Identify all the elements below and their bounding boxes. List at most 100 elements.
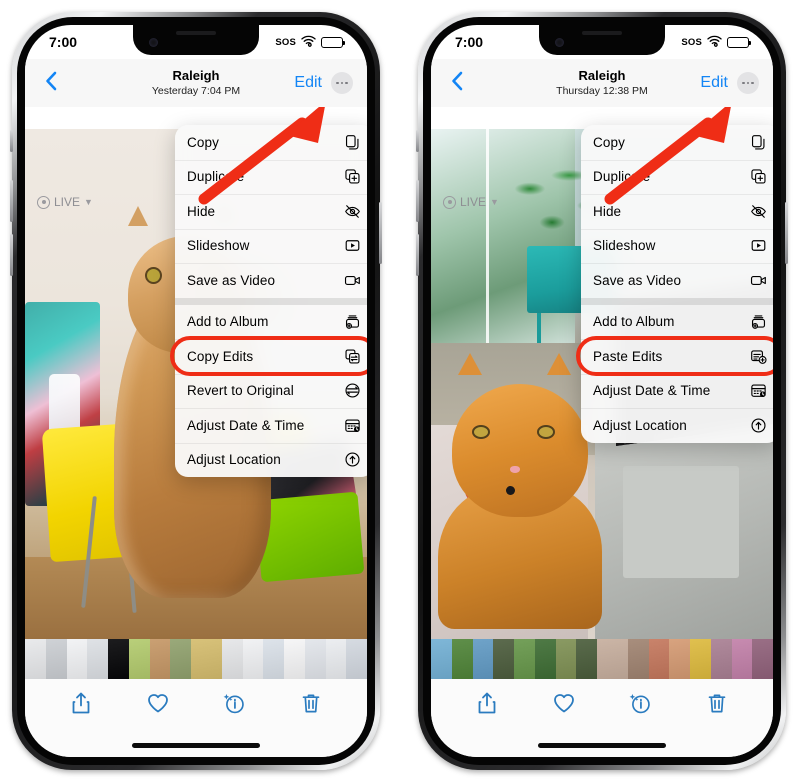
volume-up-button[interactable]: [10, 180, 13, 222]
menu-item-slideshow[interactable]: Slideshow: [175, 229, 367, 264]
menu-item-hide[interactable]: Hide: [581, 194, 773, 229]
silent-switch[interactable]: [10, 130, 13, 152]
filmstrip-thumbnail[interactable]: [242, 639, 264, 679]
filmstrip-thumbnail[interactable]: [346, 639, 367, 679]
delete-button[interactable]: [299, 691, 323, 715]
duplicate-icon: [749, 167, 768, 186]
filmstrip-thumbnail[interactable]: [710, 639, 732, 679]
menu-item-adjust-location[interactable]: Adjust Location: [581, 408, 773, 443]
filmstrip-thumbnail[interactable]: [191, 639, 222, 679]
filmstrip-thumbnail[interactable]: [576, 639, 597, 679]
photo-viewer[interactable]: LIVE ▼ Copy Duplicate Hide Slideshow Sav…: [431, 107, 773, 639]
photo-detail: [547, 353, 572, 376]
menu-item-revert-to-original[interactable]: Revert to Original: [175, 374, 367, 409]
more-options-button[interactable]: [331, 72, 353, 94]
menu-item-add-to-album[interactable]: Add to Album: [175, 305, 367, 340]
filmstrip-thumbnail[interactable]: [87, 639, 108, 679]
context-menu[interactable]: Copy Duplicate Hide Slideshow Save as Video A…: [581, 125, 773, 443]
edit-button[interactable]: Edit: [700, 74, 728, 92]
nav-bar: Raleigh Yesterday 7:04 PM Edit: [25, 59, 367, 107]
copy-icon: [749, 133, 768, 152]
battery-icon: [321, 36, 345, 48]
location-arrow-icon: [749, 416, 768, 435]
home-indicator[interactable]: [132, 743, 260, 748]
menu-item-hide[interactable]: Hide: [175, 194, 367, 229]
back-button[interactable]: [39, 71, 63, 95]
info-button[interactable]: [628, 691, 652, 715]
menu-item-duplicate[interactable]: Duplicate: [581, 160, 773, 195]
filmstrip-thumbnail[interactable]: [555, 639, 577, 679]
phone-screen: 7:00 SOS Raleigh Yesterday 7:04 PM Edit …: [25, 25, 367, 757]
photo-filmstrip[interactable]: [25, 639, 367, 679]
filmstrip-thumbnail[interactable]: [514, 639, 535, 679]
filmstrip-thumbnail[interactable]: [493, 639, 514, 679]
filmstrip-thumbnail[interactable]: [263, 639, 284, 679]
filmstrip-thumbnail[interactable]: [149, 639, 171, 679]
filmstrip-thumbnail[interactable]: [66, 639, 88, 679]
filmstrip-thumbnail[interactable]: [534, 639, 556, 679]
favorite-button[interactable]: [552, 691, 576, 715]
calendar-clock-icon: [343, 416, 362, 435]
filmstrip-thumbnail[interactable]: [170, 639, 191, 679]
live-photo-badge[interactable]: LIVE ▼: [37, 195, 93, 209]
menu-item-copy-edits[interactable]: Copy Edits: [175, 339, 367, 374]
photo-viewer[interactable]: LIVE ▼ Copy Duplicate Hide Slideshow Sav…: [25, 107, 367, 639]
menu-item-label: Copy: [593, 134, 625, 150]
volume-down-button[interactable]: [10, 234, 13, 276]
filmstrip-thumbnail[interactable]: [597, 639, 628, 679]
menu-item-add-to-album[interactable]: Add to Album: [581, 305, 773, 340]
volume-down-button[interactable]: [416, 234, 419, 276]
menu-item-slideshow[interactable]: Slideshow: [581, 229, 773, 264]
filmstrip-thumbnail[interactable]: [25, 639, 46, 679]
menu-item-copy[interactable]: Copy: [175, 125, 367, 160]
filmstrip-thumbnail[interactable]: [752, 639, 773, 679]
filmstrip-thumbnail[interactable]: [731, 639, 753, 679]
filmstrip-thumbnail[interactable]: [472, 639, 494, 679]
copy-icon: [343, 133, 362, 152]
video-camera-icon: [749, 271, 768, 290]
filmstrip-thumbnail[interactable]: [108, 639, 129, 679]
silent-switch[interactable]: [416, 130, 419, 152]
share-button[interactable]: [475, 691, 499, 715]
info-button[interactable]: [222, 691, 246, 715]
filmstrip-thumbnail[interactable]: [451, 639, 473, 679]
photo-toolbar: [25, 679, 367, 727]
context-menu[interactable]: Copy Duplicate Hide Slideshow Save as Video A…: [175, 125, 367, 477]
menu-item-label: Adjust Date & Time: [593, 383, 711, 399]
more-options-button[interactable]: [737, 72, 759, 94]
filmstrip-thumbnail[interactable]: [304, 639, 326, 679]
filmstrip-thumbnail[interactable]: [45, 639, 67, 679]
filmstrip-thumbnail[interactable]: [128, 639, 150, 679]
menu-item-duplicate[interactable]: Duplicate: [175, 160, 367, 195]
notch: [133, 25, 259, 55]
menu-item-adjust-location[interactable]: Adjust Location: [175, 443, 367, 478]
filmstrip-thumbnail[interactable]: [325, 639, 347, 679]
home-indicator[interactable]: [538, 743, 666, 748]
back-button[interactable]: [445, 71, 469, 95]
filmstrip-thumbnail[interactable]: [648, 639, 670, 679]
menu-item-paste-edits[interactable]: Paste Edits: [581, 339, 773, 374]
live-photo-badge[interactable]: LIVE ▼: [443, 195, 499, 209]
menu-item-save-as-video[interactable]: Save as Video: [175, 263, 367, 298]
filmstrip-thumbnail[interactable]: [284, 639, 305, 679]
battery-icon: [727, 36, 751, 48]
edit-button[interactable]: Edit: [294, 74, 322, 92]
filmstrip-thumbnail[interactable]: [627, 639, 649, 679]
filmstrip-thumbnail[interactable]: [431, 639, 452, 679]
filmstrip-thumbnail[interactable]: [669, 639, 690, 679]
menu-item-adjust-date-time[interactable]: Adjust Date & Time: [175, 408, 367, 443]
menu-item-adjust-date-time[interactable]: Adjust Date & Time: [581, 374, 773, 409]
menu-item-copy[interactable]: Copy: [581, 125, 773, 160]
paste-edits-icon: [749, 347, 768, 366]
live-label: LIVE: [460, 195, 487, 209]
power-button[interactable]: [379, 202, 382, 264]
filmstrip-thumbnail[interactable]: [221, 639, 243, 679]
menu-item-save-as-video[interactable]: Save as Video: [581, 263, 773, 298]
filmstrip-thumbnail[interactable]: [690, 639, 711, 679]
photo-filmstrip[interactable]: [431, 639, 773, 679]
share-button[interactable]: [69, 691, 93, 715]
volume-up-button[interactable]: [416, 180, 419, 222]
power-button[interactable]: [785, 202, 788, 264]
delete-button[interactable]: [705, 691, 729, 715]
favorite-button[interactable]: [146, 691, 170, 715]
